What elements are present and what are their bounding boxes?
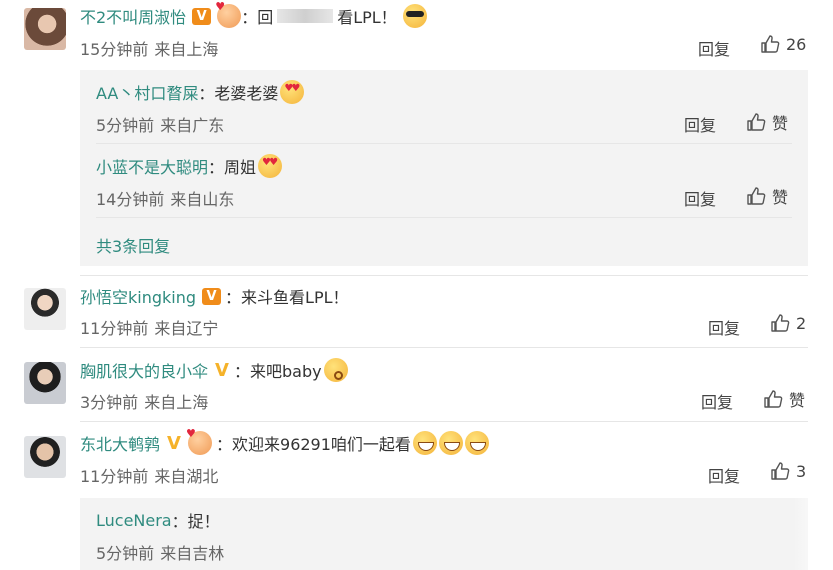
vip-badge-icon: V — [202, 287, 222, 305]
fade-overlay — [793, 498, 833, 570]
divider — [80, 347, 808, 348]
comment-meta: 3分钟前 来自上海 — [80, 389, 208, 413]
reply-text: ：周姐 — [208, 158, 257, 177]
view-all-replies-link[interactable]: 共3条回复 — [96, 233, 170, 257]
username-link[interactable]: 孙悟空kingking — [80, 284, 196, 308]
username-link[interactable]: LuceNera — [96, 511, 172, 530]
reply-content: LuceNera ：捉！ — [96, 508, 220, 532]
location: 来自上海 — [154, 40, 219, 59]
reply-button[interactable]: 回复 — [684, 186, 716, 210]
like-button[interactable]: 赞 — [763, 387, 805, 411]
reply-text: ：老婆老婆 — [198, 84, 279, 103]
thumbs-up-icon — [771, 462, 790, 480]
username-link[interactable]: 东北大鹌鹑 — [80, 431, 160, 455]
thumbs-up-icon — [747, 113, 766, 131]
grin-emoji-icon — [438, 431, 463, 455]
thumbs-up-icon — [764, 390, 783, 408]
heart-eyes-emoji-icon — [280, 80, 305, 104]
grin-emoji-icon — [412, 431, 437, 455]
comment-meta: 11分钟前 来自湖北 — [80, 463, 218, 487]
username-link[interactable]: AA丶村口瞀屎 — [96, 80, 198, 104]
comment-text: ：欢迎来96291咱们一起看 — [216, 435, 411, 454]
username-link[interactable]: 不2不叫周淑怡 — [80, 4, 186, 28]
reply-content: 小蓝不是大聪明 ：周姐 — [96, 154, 283, 178]
like-label: 赞 — [789, 391, 806, 410]
avatar[interactable] — [24, 362, 66, 404]
heart-eyes-emoji-icon — [258, 154, 283, 178]
reply-meta: 14分钟前 来自山东 — [96, 186, 234, 210]
like-button[interactable]: 赞 — [746, 184, 788, 208]
comment-content: 胸肌很大的良小伞 V ：来吧baby — [80, 358, 348, 382]
timestamp: 5分钟前 — [96, 116, 155, 135]
heart-face-badge-icon — [215, 0, 242, 28]
like-count: 26 — [786, 34, 807, 54]
avatar[interactable] — [24, 436, 66, 478]
like-button[interactable]: 3 — [770, 461, 806, 481]
location: 来自湖北 — [154, 467, 219, 486]
comment-content: 不2不叫周淑怡 V ：回 看LPL！ — [80, 0, 427, 28]
reply-button[interactable]: 回复 — [701, 389, 733, 413]
thumbs-up-icon — [761, 35, 780, 53]
comment-text: ：回 — [241, 8, 274, 27]
location: 来自吉林 — [160, 544, 225, 563]
divider — [80, 421, 808, 422]
like-label: 赞 — [772, 188, 789, 207]
reply-meta: 5分钟前 来自吉林 — [96, 540, 224, 564]
comment-content: 孙悟空kingking V ：来斗鱼看LPL！ — [80, 284, 349, 308]
grin-emoji-icon — [464, 431, 489, 455]
timestamp: 11分钟前 — [80, 319, 149, 338]
comment-text: ：来吧baby — [234, 362, 322, 381]
divider — [96, 217, 792, 218]
reply-button[interactable]: 回复 — [708, 463, 740, 487]
comment-content: 东北大鹌鹑 V ：欢迎来96291咱们一起看 — [80, 427, 489, 455]
sunglasses-emoji-icon — [402, 4, 427, 28]
divider — [96, 143, 792, 144]
timestamp: 5分钟前 — [96, 544, 155, 563]
reply-content: AA丶村口瞀屎 ：老婆老婆 — [96, 80, 305, 104]
location: 来自广东 — [160, 116, 225, 135]
reply-meta: 5分钟前 来自广东 — [96, 112, 224, 136]
comment-text: ：来斗鱼看LPL！ — [225, 288, 349, 307]
timestamp: 3分钟前 — [80, 393, 139, 412]
like-label: 赞 — [772, 114, 789, 133]
like-button[interactable]: 2 — [770, 313, 806, 333]
avatar[interactable] — [24, 8, 66, 50]
divider — [80, 275, 808, 276]
reply-button[interactable]: 回复 — [684, 112, 716, 136]
thumbs-up-icon — [747, 187, 766, 205]
location: 来自山东 — [170, 190, 235, 209]
like-count: 3 — [796, 461, 807, 481]
like-button[interactable]: 26 — [760, 34, 806, 54]
comment-meta: 11分钟前 来自辽宁 — [80, 315, 218, 339]
reply-button[interactable]: 回复 — [708, 315, 740, 339]
redacted-mosaic — [277, 9, 334, 23]
timestamp: 11分钟前 — [80, 467, 149, 486]
comment-meta: 15分钟前 来自上海 — [80, 36, 218, 60]
avatar[interactable] — [24, 288, 66, 330]
reply-button[interactable]: 回复 — [698, 36, 730, 60]
gold-v-badge-icon: V — [215, 359, 229, 381]
comment-text: 看LPL！ — [337, 8, 397, 27]
location: 来自上海 — [144, 393, 209, 412]
username-link[interactable]: 小蓝不是大聪明 — [96, 154, 208, 178]
timestamp: 14分钟前 — [96, 190, 165, 209]
like-count: 2 — [796, 313, 807, 333]
heart-face-badge-icon — [186, 427, 213, 455]
vip-badge-icon: V — [192, 7, 212, 25]
thumbs-up-icon — [771, 314, 790, 332]
username-link[interactable]: 胸肌很大的良小伞 — [80, 358, 208, 382]
timestamp: 15分钟前 — [80, 40, 149, 59]
gold-v-badge-icon: V — [167, 432, 181, 454]
like-button[interactable]: 赞 — [746, 110, 788, 134]
reply-text: ：捉！ — [171, 512, 220, 531]
kiss-emoji-icon — [323, 358, 348, 382]
location: 来自辽宁 — [154, 319, 219, 338]
